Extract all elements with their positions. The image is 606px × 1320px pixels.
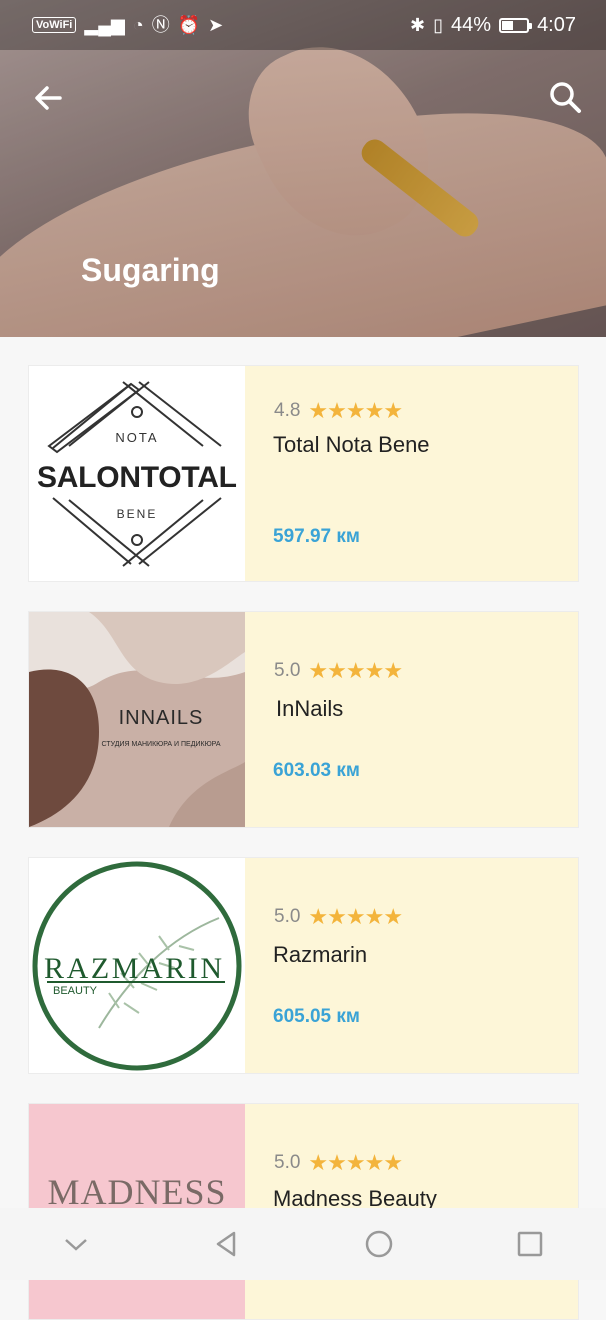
logo-text-main: SALONTOTAL	[37, 461, 237, 494]
nav-back-icon[interactable]	[197, 1214, 257, 1274]
salon-logo-salontotal: NOTA SALONTOTAL BENE	[29, 366, 245, 581]
star-rating-icon: ★★★★★	[308, 658, 403, 683]
rating-value: 4.8	[274, 400, 301, 421]
logo-text-top: NOTA	[115, 430, 158, 445]
clock: 4:07	[537, 13, 576, 36]
star-rating-icon: ★★★★★	[308, 1150, 403, 1175]
back-arrow-icon[interactable]	[28, 78, 68, 118]
rating-value: 5.0	[274, 906, 301, 927]
status-right: ✱ ▯ 44% 4:07	[410, 14, 576, 37]
nav-recents-icon[interactable]	[500, 1214, 560, 1274]
wifi-icon: ◔	[132, 15, 144, 35]
salon-name: Total Nota Bene	[273, 432, 430, 457]
salon-card[interactable]: INNAILS СТУДИЯ МАНИКЮРА И ПЕДИКЮРА 5.0 ★…	[28, 611, 579, 828]
status-left: VoWiFi ▂▄▆ ◔ Ⓝ ⏰ ➤	[32, 16, 223, 34]
rating: 5.0 ★★★★★	[274, 658, 403, 684]
page-title: Sugaring	[81, 252, 220, 288]
salon-card[interactable]: NOTA SALONTOTAL BENE 4.8 ★★★★★ Total Not…	[28, 365, 579, 582]
back-arrow-svg	[35, 86, 62, 110]
salon-info: 5.0 ★★★★★ InNails 603.03 км	[273, 612, 578, 827]
vibrate-icon: ▯	[433, 15, 444, 35]
salon-info: 5.0 ★★★★★ Razmarin 605.05 км	[273, 858, 578, 1073]
star-rating-icon: ★★★★★	[308, 904, 403, 929]
nav-home-icon[interactable]	[349, 1214, 409, 1274]
salon-distance: 597.97 км	[273, 526, 360, 547]
signal-icon: ▂▄▆	[84, 15, 125, 35]
logo-text-main: RAZMARIN	[44, 952, 222, 985]
logo-text-sub: BEAUTY	[53, 985, 98, 997]
rating-value: 5.0	[274, 1152, 301, 1173]
salon-logo-razmarin: RAZMARIN BEAUTY	[29, 858, 245, 1073]
battery-fill	[502, 20, 514, 30]
nfc-icon: Ⓝ	[151, 15, 170, 35]
rating: 5.0 ★★★★★	[274, 1150, 403, 1176]
rating: 5.0 ★★★★★	[274, 904, 403, 930]
salon-logo-innails: INNAILS СТУДИЯ МАНИКЮРА И ПЕДИКЮРА	[29, 612, 245, 827]
star-rating-icon: ★★★★★	[308, 398, 403, 423]
salon-name: Razmarin	[273, 942, 368, 967]
nav-collapse-icon[interactable]	[46, 1214, 106, 1274]
bluetooth-icon: ✱	[410, 15, 426, 35]
logo-text-main: MADNESS	[47, 1172, 226, 1212]
search-svg	[550, 82, 581, 113]
battery-icon	[499, 17, 533, 33]
battery-percent: 44%	[451, 13, 492, 36]
salon-card[interactable]: RAZMARIN BEAUTY 5.0 ★★★★★ Razmarin 605.0…	[28, 857, 579, 1074]
salon-name: InNails	[276, 696, 344, 721]
system-nav-bar	[0, 1208, 606, 1280]
logo-text-bottom: BENE	[117, 507, 158, 521]
rating: 4.8 ★★★★★	[274, 398, 403, 424]
salon-info: 4.8 ★★★★★ Total Nota Bene 597.97 км	[273, 366, 578, 581]
telegram-icon: ➤	[208, 15, 224, 35]
vowifi-icon: VoWiFi	[32, 17, 77, 33]
search-icon[interactable]	[546, 78, 586, 118]
salon-distance: 603.03 км	[273, 760, 360, 781]
salon-distance: 605.05 км	[273, 1006, 360, 1027]
status-bar: VoWiFi ▂▄▆ ◔ Ⓝ ⏰ ➤ ✱ ▯ 44% 4:07	[0, 0, 606, 50]
logo-text-sub: СТУДИЯ МАНИКЮРА И ПЕДИКЮРА	[101, 741, 220, 748]
rating-value: 5.0	[274, 660, 301, 681]
alarm-icon: ⏰	[177, 15, 201, 35]
logo-text-main: INNAILS	[119, 707, 204, 729]
